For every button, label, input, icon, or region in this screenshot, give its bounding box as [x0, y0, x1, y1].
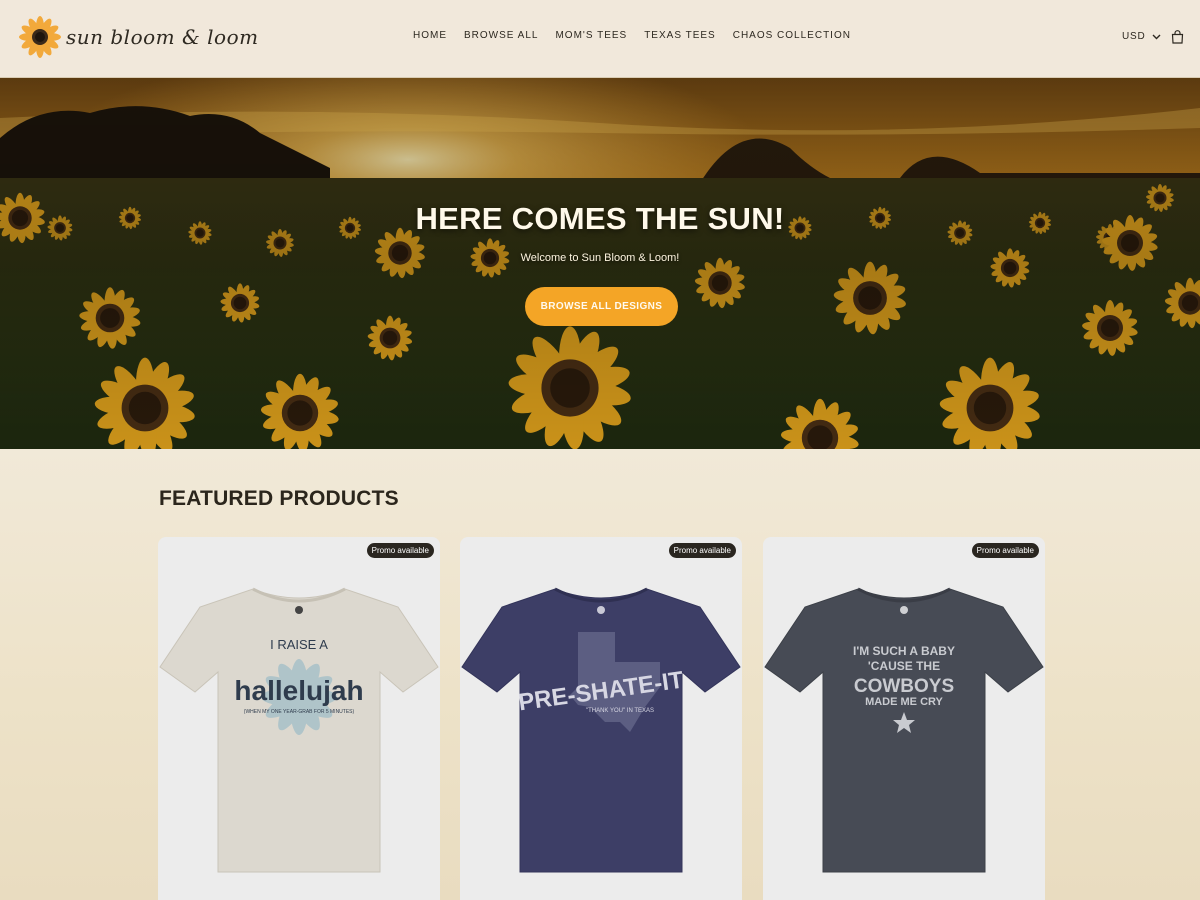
featured-products-section: FEATURED PRODUCTS I RAISE A hallelujah (… — [0, 449, 1200, 900]
product-card[interactable]: I RAISE A hallelujah (WHEN MY ONE YEAR-G… — [158, 537, 440, 900]
currency-selector[interactable]: USD — [1122, 31, 1161, 42]
promo-badge: Promo available — [971, 543, 1039, 558]
product-card[interactable]: PRE-SHATE-IT "THANK YOU" IN TEXAS Promo … — [460, 537, 742, 900]
sunflower-logo-icon — [19, 16, 61, 58]
product-card[interactable]: I'M SUCH A BABY 'CAUSE THE COWBOYS MADE … — [763, 537, 1045, 900]
shirt-print-line-3: COWBOYS — [854, 676, 954, 697]
main-nav: HOME BROWSE ALL MOM'S TEES TEXAS TEES CH… — [413, 30, 851, 41]
product-image: I'M SUCH A BABY 'CAUSE THE COWBOYS MADE … — [764, 587, 1044, 873]
nav-item-browse-all[interactable]: BROWSE ALL — [464, 30, 538, 41]
shopping-bag-icon[interactable] — [1171, 30, 1184, 44]
hero-subtitle: Welcome to Sun Bloom & Loom! — [520, 252, 680, 264]
shirt-print-line-3: (WHEN MY ONE YEAR-GRAB FOR 5 MINUTES) — [244, 709, 355, 715]
shirt-print-line-2: 'CAUSE THE — [868, 659, 940, 673]
promo-badge: Promo available — [668, 543, 736, 558]
nav-item-texas-tees[interactable]: TEXAS TEES — [644, 30, 716, 41]
hero-banner: HERE COMES THE SUN! Welcome to Sun Bloom… — [0, 78, 1200, 449]
shirt-print-line-1: I'M SUCH A BABY — [853, 644, 955, 658]
promo-badge: Promo available — [366, 543, 434, 558]
nav-item-home[interactable]: HOME — [413, 30, 447, 41]
brand-name: sun bloom & loom — [66, 25, 259, 49]
site-header: sun bloom & loom HOME BROWSE ALL MOM'S T… — [0, 0, 1200, 78]
nav-item-chaos-collection[interactable]: CHAOS COLLECTION — [733, 30, 851, 41]
shirt-print-line-1: I RAISE A — [270, 637, 328, 652]
shirt-print-line-4: MADE ME CRY — [865, 696, 943, 708]
brand-logo[interactable]: sun bloom & loom — [18, 14, 258, 60]
product-image: PRE-SHATE-IT "THANK YOU" IN TEXAS — [461, 587, 741, 873]
currency-label: USD — [1122, 31, 1146, 42]
product-image: I RAISE A hallelujah (WHEN MY ONE YEAR-G… — [159, 587, 439, 873]
shirt-print-line-2: "THANK YOU" IN TEXAS — [586, 708, 654, 714]
hero-title: HERE COMES THE SUN! — [415, 201, 785, 236]
chevron-down-icon — [1152, 34, 1161, 39]
featured-products-title: FEATURED PRODUCTS — [159, 487, 399, 510]
nav-item-moms-tees[interactable]: MOM'S TEES — [555, 30, 627, 41]
shirt-print-line-2: hallelujah — [234, 675, 363, 706]
browse-all-designs-button[interactable]: BROWSE ALL DESIGNS — [525, 287, 678, 326]
